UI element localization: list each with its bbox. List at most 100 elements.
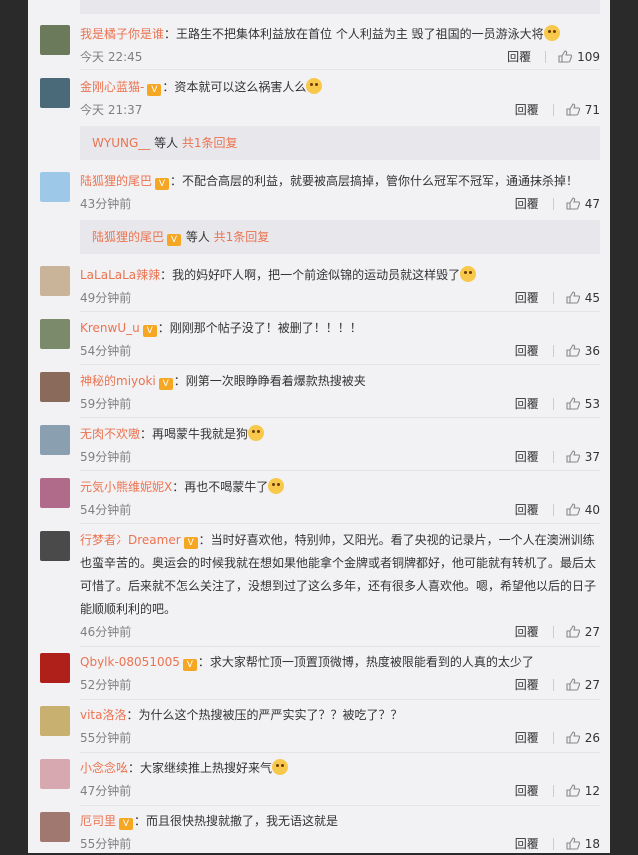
like-count: 26 [584, 731, 600, 745]
thumbs-up-icon [566, 784, 580, 797]
divider [552, 398, 554, 410]
avatar[interactable] [40, 812, 70, 842]
reply-button[interactable]: 回覆 [515, 837, 539, 851]
like-button[interactable]: 53 [566, 397, 600, 411]
username-link[interactable]: 神秘的miyoki [80, 374, 156, 388]
reply-count-link[interactable]: 共1条回复 [214, 230, 270, 244]
comment-text: ：为什么这个热搜被压的严严实实了？？被吃了？？ [126, 708, 403, 722]
like-button[interactable]: 109 [558, 50, 600, 64]
username-link[interactable]: KrenwU_u [80, 321, 140, 335]
like-count: 47 [584, 197, 600, 211]
avatar[interactable] [40, 78, 70, 108]
avatar[interactable] [40, 25, 70, 55]
reply-button[interactable]: 回覆 [515, 678, 539, 692]
reply-button[interactable]: 回覆 [515, 197, 539, 211]
verified-badge-icon: V [167, 234, 182, 246]
divider [552, 785, 554, 797]
like-count: 36 [584, 344, 600, 358]
avatar[interactable] [40, 172, 70, 202]
avatar[interactable] [40, 266, 70, 296]
comment-text: ：我的妈好吓人啊，把一个前途似锦的运动员就这样毁了 [160, 268, 461, 282]
reply-button[interactable]: 回覆 [507, 50, 531, 64]
thumbs-up-icon [566, 731, 580, 744]
divider [552, 504, 554, 516]
comment-text: ：再也不喝蒙牛了 [172, 480, 269, 494]
divider [552, 292, 554, 304]
like-button[interactable]: 45 [566, 291, 600, 305]
comment-text: ：资本就可以这么祸害人么 [162, 80, 307, 94]
divider [552, 104, 554, 116]
comment-text: ：王路生不把集体利益放在首位 个人利益为主 毁了祖国的一员游泳大将 [164, 27, 544, 41]
like-button[interactable]: 36 [566, 344, 600, 358]
avatar[interactable] [40, 531, 70, 561]
like-button[interactable]: 47 [566, 197, 600, 211]
avatar[interactable] [40, 425, 70, 455]
reply-button[interactable]: 回覆 [515, 103, 539, 117]
reply-button[interactable]: 回覆 [515, 397, 539, 411]
reply-button[interactable]: 回覆 [515, 344, 539, 358]
comment-text: ：再喝蒙牛我就是狗 [140, 427, 249, 441]
like-count: 40 [584, 503, 600, 517]
emoji-icon [543, 25, 560, 41]
verified-badge-icon: V [183, 537, 198, 549]
reply-button[interactable]: 回覆 [515, 450, 539, 464]
username-link[interactable]: 小念念吆 [80, 761, 128, 775]
divider [552, 679, 554, 691]
like-button[interactable]: 12 [566, 784, 600, 798]
timestamp: 54分钟前 [80, 344, 132, 358]
collapsed-reply-bar[interactable] [80, 0, 600, 14]
others-label: 等人 [150, 136, 182, 150]
reply-button[interactable]: 回覆 [515, 784, 539, 798]
username-link[interactable]: 无肉不欢嗷 [80, 427, 140, 441]
timestamp: 47分钟前 [80, 784, 132, 798]
like-button[interactable]: 18 [566, 837, 600, 851]
timestamp: 今天 21:37 [80, 103, 143, 117]
avatar[interactable] [40, 653, 70, 683]
avatar[interactable] [40, 706, 70, 736]
like-button[interactable]: 26 [566, 731, 600, 745]
username-link[interactable]: 我是橘子你是谁 [80, 27, 164, 41]
comment-feed: 我是橘子你是谁：王路生不把集体利益放在首位 个人利益为主 毁了祖国的一员游泳大将… [28, 0, 610, 853]
verified-badge-icon: V [147, 84, 162, 96]
like-count: 18 [584, 837, 600, 851]
avatar[interactable] [40, 319, 70, 349]
like-count: 45 [584, 291, 600, 305]
username-link[interactable]: LaLaLaLa辣辣 [80, 268, 160, 282]
like-button[interactable]: 37 [566, 450, 600, 464]
username-link[interactable]: WYUNG__ [92, 136, 150, 150]
username-link[interactable]: 元気小熊维妮妮X [80, 480, 172, 494]
like-button[interactable]: 40 [566, 503, 600, 517]
divider [552, 838, 554, 850]
username-link[interactable]: 陆狐狸的尾巴 [80, 174, 152, 188]
comment-text: ：不配合高层的利益，就要被高层搞掉，管你什么冠军不冠军，通通抹杀掉！ [170, 174, 579, 188]
reply-button[interactable]: 回覆 [515, 291, 539, 305]
username-link[interactable]: 金刚心蓝猫- [80, 80, 144, 94]
avatar[interactable] [40, 372, 70, 402]
emoji-icon [306, 78, 323, 94]
reply-button[interactable]: 回覆 [515, 625, 539, 639]
username-link[interactable]: 厄司里 [80, 814, 116, 828]
reply-count-link[interactable]: 共1条回复 [182, 136, 238, 150]
like-button[interactable]: 71 [566, 103, 600, 117]
sub-reply-summary[interactable]: WYUNG__ 等人 共1条回复 [80, 126, 600, 160]
like-count: 27 [584, 678, 600, 692]
avatar[interactable] [40, 759, 70, 789]
username-link[interactable]: vita洛洛 [80, 708, 127, 722]
row-divider [80, 311, 600, 312]
comment-text: ：求大家帮忙顶一顶置顶微博，热度被限能看到的人真的太少了 [197, 655, 534, 669]
username-link[interactable]: 行梦者冫Dreamer [80, 533, 181, 547]
reply-button[interactable]: 回覆 [515, 731, 539, 745]
username-link[interactable]: 陆狐狸的尾巴 [92, 230, 164, 244]
timestamp: 59分钟前 [80, 450, 132, 464]
like-button[interactable]: 27 [566, 625, 600, 639]
thumbs-up-icon [566, 397, 580, 410]
sub-reply-summary[interactable]: 陆狐狸的尾巴 V 等人 共1条回复 [80, 220, 600, 254]
like-button[interactable]: 27 [566, 678, 600, 692]
avatar[interactable] [40, 478, 70, 508]
username-link[interactable]: Qbylk-08051005 [80, 655, 180, 669]
emoji-icon [460, 266, 477, 282]
emoji-icon [268, 478, 285, 494]
divider [552, 451, 554, 463]
timestamp: 55分钟前 [80, 731, 132, 745]
reply-button[interactable]: 回覆 [515, 503, 539, 517]
